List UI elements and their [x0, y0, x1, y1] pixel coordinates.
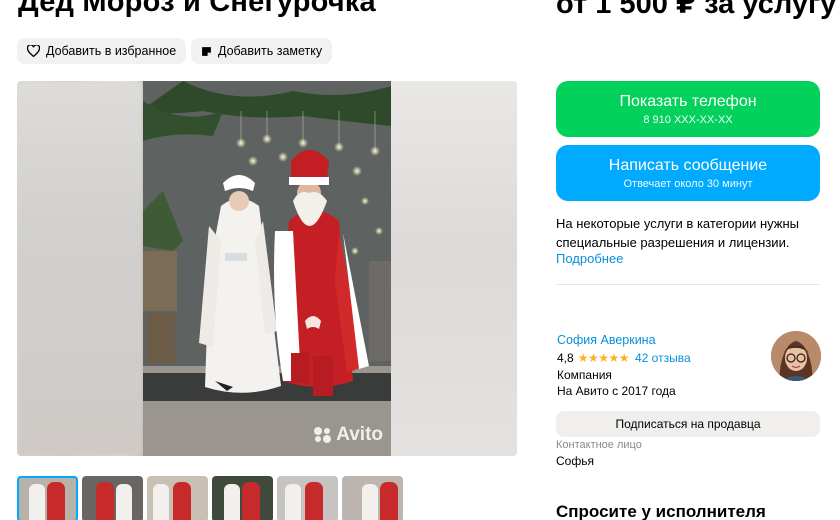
seller-type: Компания — [557, 368, 612, 382]
add-to-favorites-label: Добавить в избранное — [46, 44, 177, 58]
seller-since: На Авито с 2017 года — [557, 384, 676, 398]
listing-price: от 1 500 ₽ за услугу — [556, 0, 837, 20]
note-icon — [202, 46, 211, 56]
divider — [556, 284, 820, 285]
rating-stars-icon: ★★★★★ — [577, 351, 630, 365]
listing-title: Дед Мороз и Снегурочка — [18, 0, 376, 18]
masked-phone-number: 8 910 XXX-XX-XX — [643, 114, 733, 126]
thumbnail-1[interactable] — [17, 476, 78, 520]
license-notice: На некоторые услуги в категории нужны сп… — [556, 216, 799, 250]
show-phone-label: Показать телефон — [619, 93, 757, 110]
photo-gallery[interactable]: Avito — [17, 81, 517, 456]
show-phone-button[interactable]: Показать телефон 8 910 XXX-XX-XX — [556, 81, 820, 137]
watermark-text: Avito — [336, 424, 383, 445]
thumbnail-4[interactable] — [212, 476, 273, 520]
subscribe-to-seller-button[interactable]: Подписаться на продавца — [556, 411, 820, 437]
avito-logo-icon — [314, 427, 332, 443]
gallery-blur-left — [17, 81, 143, 456]
ask-performer-heading: Спросите у исполнителя — [556, 502, 766, 520]
write-message-button[interactable]: Написать сообщение Отвечает около 30 мин… — [556, 145, 820, 201]
seller-name-link[interactable]: София Аверкина — [557, 333, 656, 347]
contact-person-label: Контактное лицо — [556, 439, 642, 451]
response-time: Отвечает около 30 минут — [623, 178, 753, 190]
thumbnail-strip — [17, 476, 403, 520]
thumbnail-6[interactable] — [342, 476, 403, 520]
reviews-link[interactable]: 42 отзыва — [635, 351, 691, 365]
thumbnail-3[interactable] — [147, 476, 208, 520]
seller-rating: 4,8 ★★★★★ 42 отзыва — [557, 351, 691, 365]
avatar-image — [771, 331, 821, 381]
add-note-label: Добавить заметку — [218, 44, 323, 58]
add-note-button[interactable]: Добавить заметку — [191, 38, 333, 64]
thumbnail-2[interactable] — [82, 476, 143, 520]
main-photo[interactable]: Avito — [143, 81, 391, 456]
heart-icon — [27, 45, 40, 57]
gallery-blur-right — [391, 81, 517, 456]
seller-avatar[interactable] — [771, 331, 821, 381]
avito-watermark: Avito — [313, 424, 383, 446]
thumbnail-5[interactable] — [277, 476, 338, 520]
add-to-favorites-button[interactable]: Добавить в избранное — [17, 38, 187, 64]
contact-person-name: Софья — [556, 454, 594, 468]
more-info-link[interactable]: Подробнее — [556, 251, 623, 266]
rating-value: 4,8 — [557, 351, 574, 365]
main-photo-image — [143, 81, 391, 456]
write-message-label: Написать сообщение — [608, 157, 768, 174]
